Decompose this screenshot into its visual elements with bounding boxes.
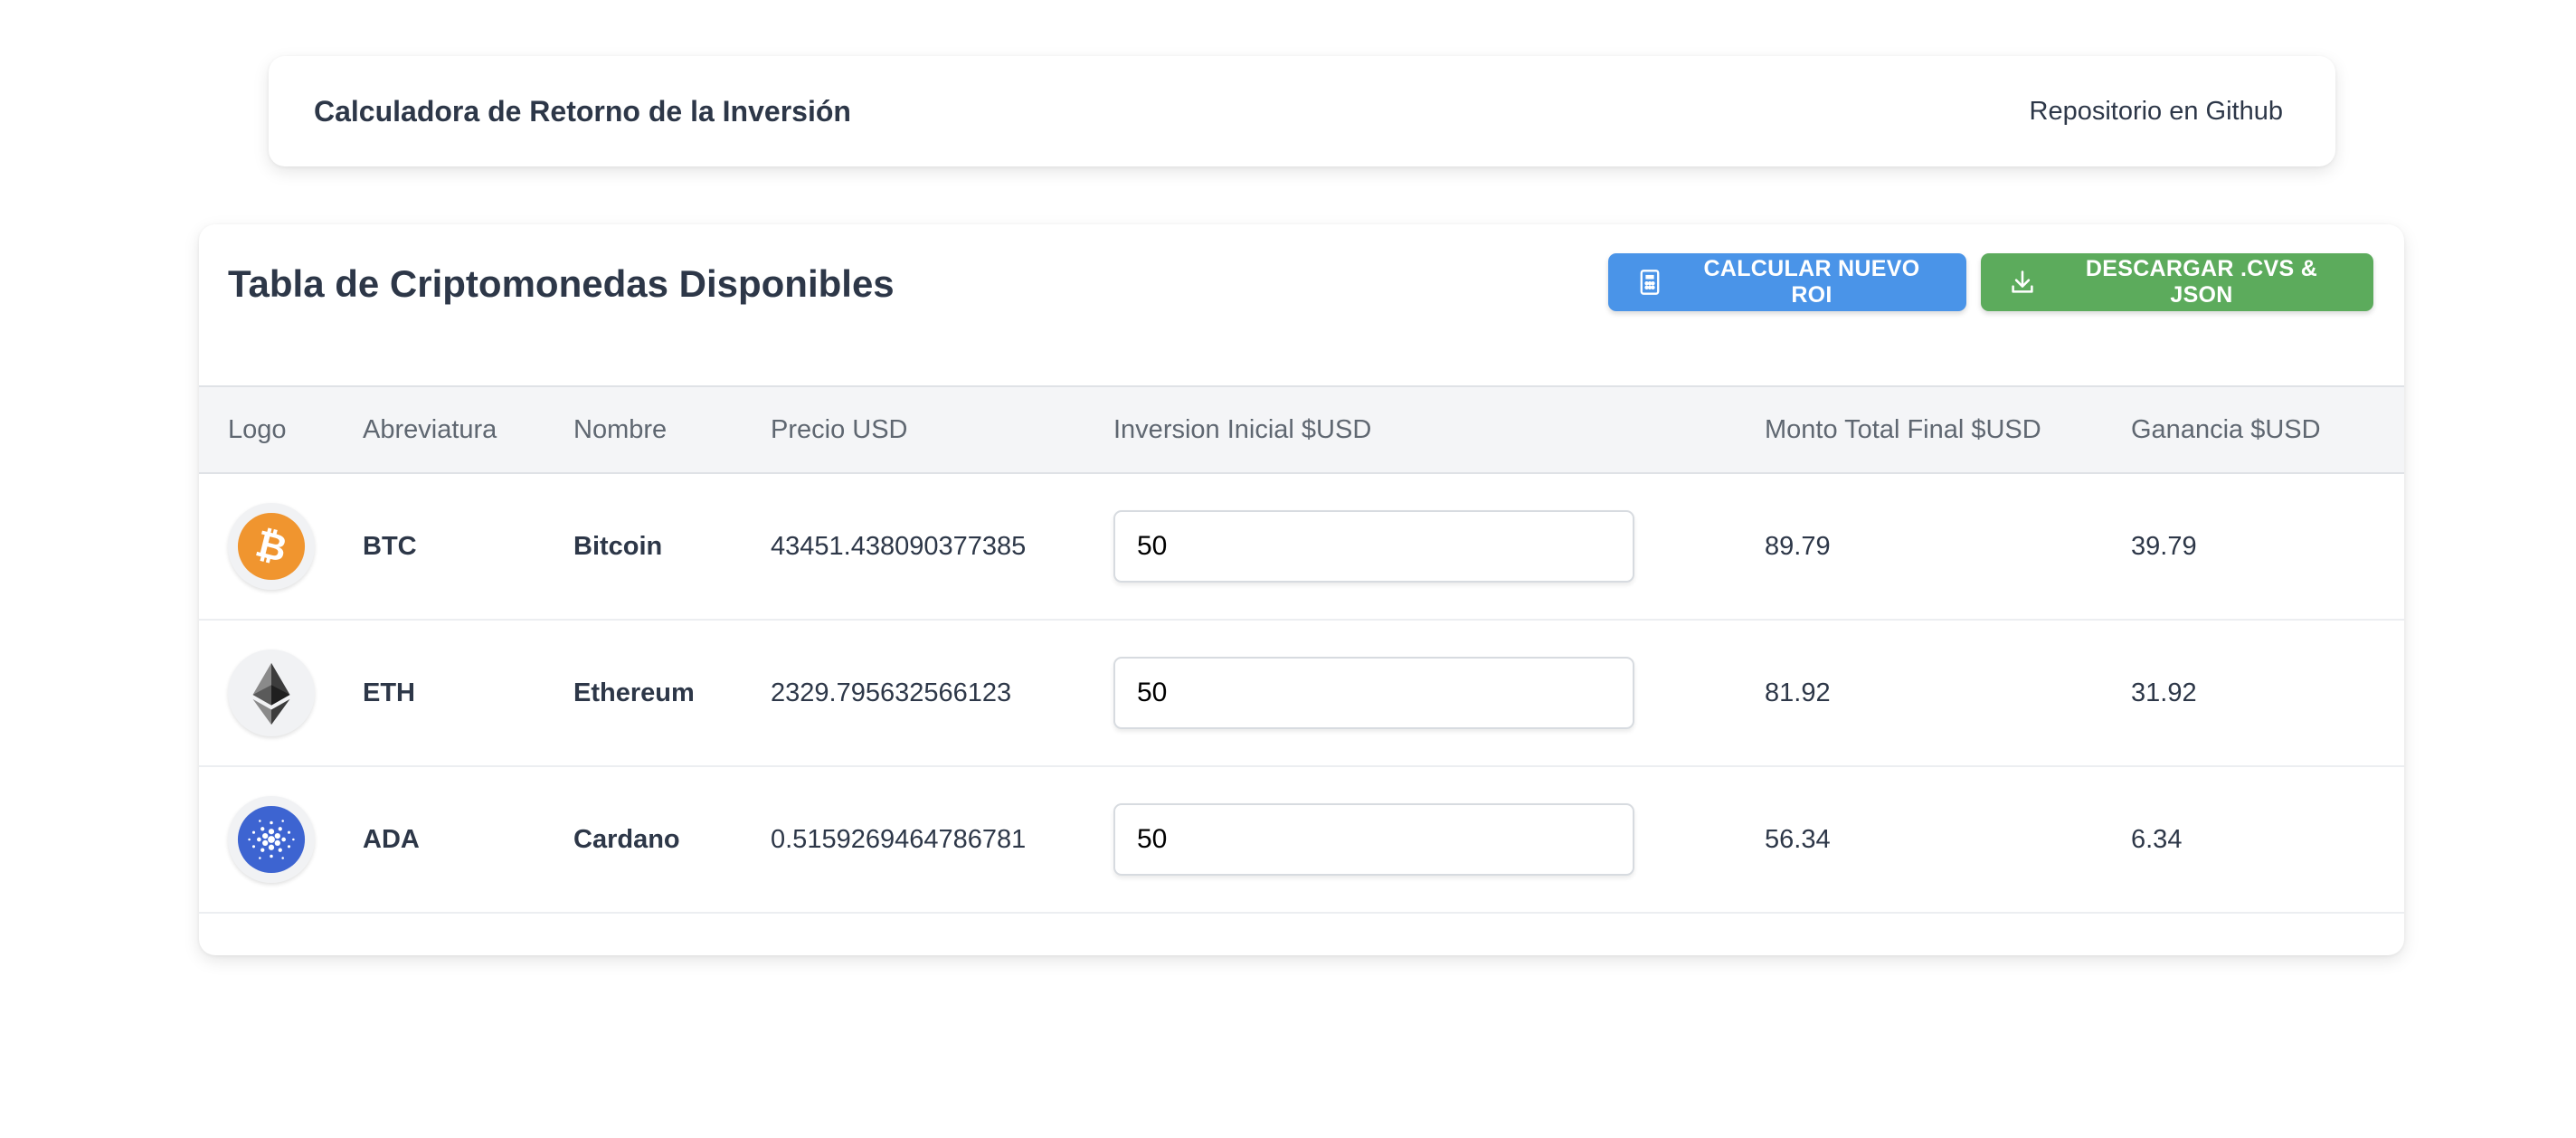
table-row: ETH Ethereum 2329.795632566123 81.92 31.… bbox=[199, 620, 2404, 766]
investment-input[interactable] bbox=[1113, 803, 1634, 876]
header-gain: Ganancia $USD bbox=[2131, 414, 2321, 444]
app-title: Calculadora de Retorno de la Inversión bbox=[314, 94, 851, 128]
crypto-table-card: Tabla de Criptomonedas Disponibles CALCU… bbox=[199, 224, 2404, 955]
row-abbreviation: BTC bbox=[363, 531, 417, 561]
row-abbreviation: ADA bbox=[363, 824, 420, 854]
header-logo: Logo bbox=[228, 414, 287, 444]
investment-input[interactable] bbox=[1113, 510, 1634, 583]
header-investment: Inversion Inicial $USD bbox=[1113, 414, 1372, 444]
cardano-logo-icon bbox=[228, 796, 315, 883]
table-header-row: Logo Abreviatura Nombre Precio USD Inver… bbox=[199, 386, 2404, 473]
row-total: 89.79 bbox=[1765, 531, 1831, 561]
row-name: Ethereum bbox=[573, 678, 695, 707]
row-name: Bitcoin bbox=[573, 531, 663, 561]
header-name: Nombre bbox=[573, 414, 668, 444]
download-icon bbox=[2012, 270, 2033, 293]
navbar: Calculadora de Retorno de la Inversión R… bbox=[269, 56, 2335, 166]
calculate-roi-button[interactable]: CALCULAR NUEVO ROI bbox=[1608, 253, 1966, 311]
download-label: DESCARGAR .CVS & JSON bbox=[2085, 256, 2318, 308]
row-name: Cardano bbox=[573, 824, 680, 854]
header-price: Precio USD bbox=[771, 414, 908, 444]
ethereum-logo-icon bbox=[228, 650, 315, 736]
row-price: 43451.438090377385 bbox=[771, 531, 1027, 561]
investment-input[interactable] bbox=[1113, 657, 1634, 729]
download-csv-json-button[interactable]: DESCARGAR .CVS & JSON bbox=[1981, 253, 2373, 311]
calculator-icon bbox=[1640, 270, 1660, 295]
row-abbreviation: ETH bbox=[363, 678, 415, 707]
card-title: Tabla de Criptomonedas Disponibles bbox=[228, 262, 895, 305]
row-gain: 39.79 bbox=[2131, 531, 2197, 561]
calculate-roi-label: CALCULAR NUEVO ROI bbox=[1703, 256, 1920, 308]
bitcoin-logo-icon: ₿ bbox=[228, 503, 315, 590]
row-price: 0.5159269464786781 bbox=[771, 824, 1027, 854]
table-row: ₿ BTC Bitcoin 43451.438090377385 89.79 3… bbox=[199, 473, 2404, 620]
header-total: Monto Total Final $USD bbox=[1765, 414, 2041, 444]
crypto-table: Logo Abreviatura Nombre Precio USD Inver… bbox=[199, 385, 2404, 914]
row-total: 81.92 bbox=[1765, 678, 1831, 707]
card-header: Tabla de Criptomonedas Disponibles CALCU… bbox=[199, 224, 2404, 385]
row-gain: 31.92 bbox=[2131, 678, 2197, 707]
header-abbreviation: Abreviatura bbox=[363, 414, 497, 444]
table-row: ADA Cardano 0.5159269464786781 56.34 6.3… bbox=[199, 766, 2404, 913]
row-gain: 6.34 bbox=[2131, 824, 2183, 854]
row-price: 2329.795632566123 bbox=[771, 678, 1012, 707]
github-repo-link[interactable]: Repositorio en Github bbox=[2030, 97, 2284, 127]
row-total: 56.34 bbox=[1765, 824, 1831, 854]
